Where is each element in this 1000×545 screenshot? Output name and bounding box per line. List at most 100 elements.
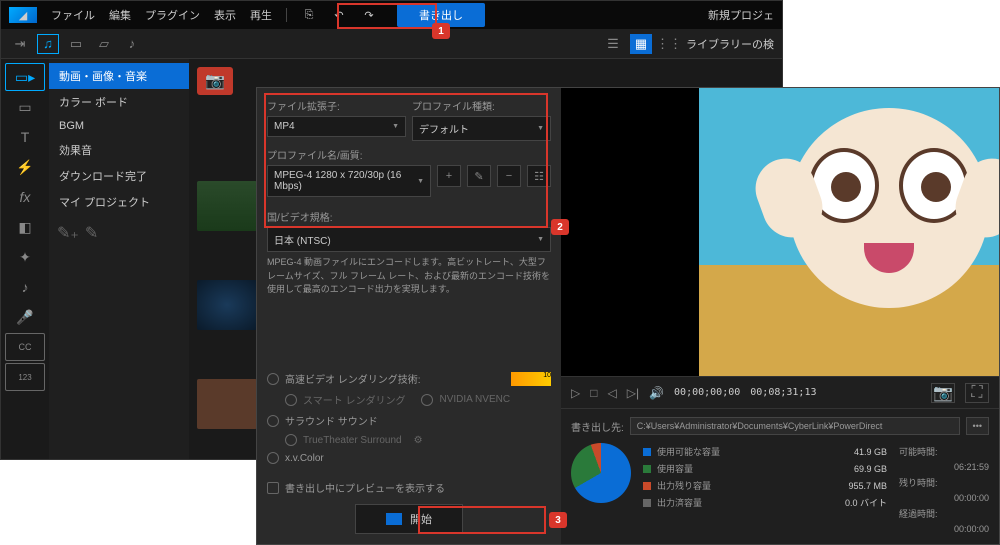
- pencil-icon[interactable]: ✎₊: [57, 223, 79, 243]
- nvenc-radio[interactable]: [421, 394, 433, 406]
- snapshot-button[interactable]: 📷: [931, 383, 955, 403]
- media-room-icon[interactable]: ▭▸: [5, 63, 45, 91]
- volume-icon[interactable]: 🔊: [649, 386, 664, 400]
- codec-description: MPEG-4 動画ファイルにエンコードします。高ビットレート、大型フレームサイズ…: [267, 256, 551, 297]
- sidebar-item-bgm[interactable]: BGM: [49, 115, 189, 137]
- xvcolor-label: x.v.Color: [285, 453, 324, 464]
- velocity-icon: 10: [511, 372, 551, 386]
- callout-1: 1: [432, 23, 450, 39]
- pencil2-icon[interactable]: ✎: [85, 223, 98, 243]
- toolbar: ⇥ ♫ ▭ ▱ ♪ ☰ ▦ ⋮⋮ ライブラリーの検: [1, 29, 782, 59]
- truetheater-label: TrueTheater Surround: [303, 435, 402, 446]
- preview-checkbox[interactable]: [267, 482, 279, 494]
- profile-type-label: プロファイル種類:: [412, 98, 551, 113]
- effect-room-icon[interactable]: fx: [5, 183, 45, 211]
- stop-icon[interactable]: □: [590, 386, 597, 400]
- playback-bar: ▷ □ ◁ ▷| 🔊 00;00;00;00 00;08;31;13 📷 ⛶: [561, 376, 999, 408]
- audio-room-icon[interactable]: ♪: [5, 273, 45, 301]
- output-path-field[interactable]: C:¥Users¥Administrator¥Documents¥CyberLi…: [630, 417, 960, 435]
- menu-play[interactable]: 再生: [250, 7, 272, 23]
- text-room-icon[interactable]: T: [5, 123, 45, 151]
- region-select[interactable]: 日本 (NTSC): [267, 227, 551, 252]
- menu-bar: ◢ ファイル 編集 プラグイン 表示 再生 ⎘ ↶ ↷ 書き出し 新規プロジェ: [1, 1, 782, 29]
- grid-view-icon[interactable]: ▦: [630, 34, 652, 54]
- truetheater-radio[interactable]: [285, 434, 297, 446]
- time-stats-list: 可能時間:06:21:59残り時間:00:00:00経過時間:00:00:00: [899, 443, 989, 536]
- undo-icon[interactable]: ↶: [331, 7, 347, 23]
- thumbnail-spe[interactable]: [197, 280, 257, 330]
- transition-room-icon[interactable]: ⚡: [5, 153, 45, 181]
- edit-profile-button[interactable]: ✎: [467, 165, 491, 187]
- prev-icon[interactable]: ◁: [607, 386, 616, 400]
- add-profile-button[interactable]: +: [437, 165, 461, 187]
- start-button[interactable]: 開始: [355, 504, 463, 534]
- preview-checkbox-label: 書き出し中にプレビューを表示する: [285, 480, 445, 495]
- library-search-label[interactable]: ライブラリーの検: [686, 36, 774, 52]
- output-panel: 書き出し先: C:¥Users¥Administrator¥Documents¥…: [561, 408, 999, 544]
- particle-room-icon[interactable]: ✦: [5, 243, 45, 271]
- browse-button[interactable]: •••: [966, 417, 989, 435]
- remove-profile-button[interactable]: −: [497, 165, 521, 187]
- timecode-total: 00;08;31;13: [750, 387, 816, 398]
- sidebar-item-myproject[interactable]: マイ プロジェクト: [49, 189, 189, 215]
- caption-room-icon[interactable]: CC: [5, 333, 45, 361]
- play-icon[interactable]: ▷: [571, 386, 580, 400]
- output-dest-label: 書き出し先:: [571, 419, 624, 434]
- new-project-label[interactable]: 新規プロジェ: [708, 7, 774, 23]
- menu-file[interactable]: ファイル: [51, 7, 95, 23]
- export-settings-panel: ファイル拡張子: MP4 プロファイル種類: デフォルト プロファイル名/画質:…: [257, 88, 561, 544]
- sidebar-item-colorboard[interactable]: カラー ボード: [49, 89, 189, 115]
- start-icon: [386, 513, 402, 525]
- export-preview-panel: ▷ □ ◁ ▷| 🔊 00;00;00;00 00;08;31;13 📷 ⛶ 書…: [561, 88, 999, 544]
- import-icon[interactable]: ⇥: [9, 34, 31, 54]
- nvenc-label: NVIDIA NVENC: [439, 394, 510, 405]
- surround-checkbox[interactable]: [267, 415, 279, 427]
- info-profile-button[interactable]: ☷: [527, 165, 551, 187]
- image-filter-icon[interactable]: ▱: [93, 34, 115, 54]
- surround-label: サラウンド サウンド: [285, 413, 378, 428]
- disk-stats-list: 使用可能な容量41.9 GB使用容量69.9 GB出力残り容量955.7 MB出…: [643, 443, 887, 536]
- sidebar-item-downloaded[interactable]: ダウンロード完了: [49, 163, 189, 189]
- menu-plugin[interactable]: プラグイン: [145, 7, 200, 23]
- region-label: 国/ビデオ規格:: [267, 209, 551, 224]
- next-icon[interactable]: ▷|: [627, 386, 639, 400]
- media-filter-icon[interactable]: ♫: [37, 34, 59, 54]
- video-filter-icon[interactable]: ▭: [65, 34, 87, 54]
- menu-edit[interactable]: 編集: [109, 7, 131, 23]
- smart-render-radio[interactable]: [285, 394, 297, 406]
- redo-icon[interactable]: ↷: [361, 7, 377, 23]
- preview-video: [561, 88, 999, 376]
- save-icon[interactable]: ⎘: [301, 7, 317, 23]
- quality-select[interactable]: MPEG-4 1280 x 720/30p (16 Mbps): [267, 165, 431, 197]
- pip-room-icon[interactable]: ◧: [5, 213, 45, 241]
- timecode-current: 00;00;00;00: [674, 387, 740, 398]
- divider: [286, 8, 287, 22]
- export-dialog: ファイル拡張子: MP4 プロファイル種類: デフォルト プロファイル名/画質:…: [256, 87, 1000, 545]
- voice-room-icon[interactable]: 🎤: [5, 303, 45, 331]
- sidebar-item-media[interactable]: 動画・画像・音楽: [49, 63, 189, 89]
- title-room-icon[interactable]: ▭: [5, 93, 45, 121]
- menu-view[interactable]: 表示: [214, 7, 236, 23]
- audio-filter-icon[interactable]: ♪: [121, 34, 143, 54]
- xvcolor-checkbox[interactable]: [267, 452, 279, 464]
- list-view-icon[interactable]: ☰: [602, 34, 624, 54]
- smart-render-label: スマート レンダリング: [303, 392, 405, 407]
- thumbnail-3[interactable]: [197, 379, 257, 429]
- file-ext-label: ファイル拡張子:: [267, 98, 406, 113]
- thumbnail-lan[interactable]: [197, 181, 257, 231]
- fullscreen-button[interactable]: ⛶: [965, 383, 989, 403]
- quality-label: プロファイル名/画質:: [267, 147, 551, 162]
- callout-3: 3: [549, 512, 567, 528]
- callout-2: 2: [551, 219, 569, 235]
- file-ext-select[interactable]: MP4: [267, 116, 406, 137]
- app-logo: ◢: [9, 7, 37, 23]
- fast-render-label: 高速ビデオ レンダリング技術:: [285, 371, 421, 386]
- settings-icon[interactable]: ⚙: [414, 435, 423, 446]
- camera-icon[interactable]: 📷: [197, 67, 233, 95]
- detail-view-icon[interactable]: ⋮⋮: [658, 34, 680, 54]
- profile-type-select[interactable]: デフォルト: [412, 116, 551, 141]
- chapter-room-icon[interactable]: 123: [5, 363, 45, 391]
- disk-usage-pie: [571, 443, 631, 503]
- sidebar-item-sfx[interactable]: 効果音: [49, 137, 189, 163]
- fast-render-checkbox[interactable]: [267, 373, 279, 385]
